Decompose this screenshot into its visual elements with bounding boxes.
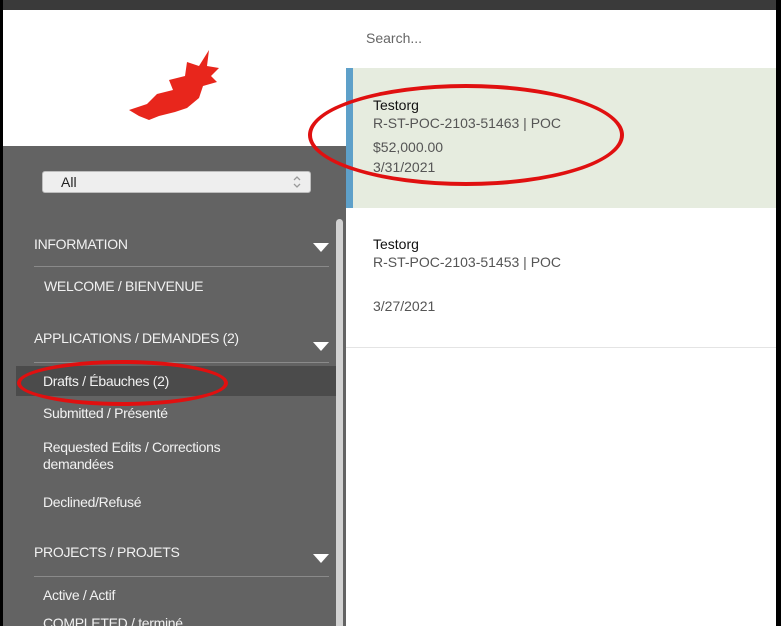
divider [34,362,329,363]
nav-item-submitted[interactable]: Submitted / Présenté [43,405,168,421]
section-label: APPLICATIONS / DEMANDES (2) [34,330,239,346]
record-date: 3/27/2021 [373,298,436,314]
nav-item-drafts[interactable]: Drafts / Ébauches (2) [43,373,169,389]
record-item-selected[interactable]: Testorg R-ST-POC-2103-51463 | POC $52,00… [346,68,776,208]
divider [34,576,329,577]
caret-down-icon [313,342,329,351]
nav-item-declined[interactable]: Declined/Refusé [43,494,142,510]
section-header-information[interactable]: INFORMATION [34,234,329,264]
search-bar [346,10,776,68]
nav-item-requested-edits-line2[interactable]: demandées [43,456,114,472]
nav-item-requested-edits[interactable]: Requested Edits / Corrections [43,439,221,455]
nav-item-completed[interactable]: COMPLETED / terminé [43,615,183,626]
select-updown-icon [293,176,301,188]
nav-item-active[interactable]: Active / Actif [43,587,115,603]
section-label: INFORMATION [34,236,128,252]
record-org: Testorg [373,97,419,113]
section-label: PROJECTS / PROJETS [34,544,180,560]
logo-area [3,10,346,146]
section-header-projects[interactable]: PROJECTS / PROJETS [34,542,329,572]
list-separator [346,347,776,348]
filter-select-value: All [61,174,77,190]
window-top-bar [0,0,781,10]
window-right-border [776,0,781,626]
caret-down-icon [313,243,329,252]
filter-select[interactable]: All [42,171,311,193]
bird-logo-icon[interactable] [129,50,221,124]
search-input[interactable] [366,24,746,52]
record-date: 3/31/2021 [373,159,436,175]
record-org: Testorg [373,236,419,252]
nav-item-welcome[interactable]: WELCOME / BIENVENUE [44,278,204,294]
record-amount: $52,000.00 [373,139,444,155]
record-reference: R-ST-POC-2103-51463 | POC [373,115,562,131]
selection-indicator [346,68,353,208]
record-reference: R-ST-POC-2103-51453 | POC [373,254,562,270]
caret-down-icon [313,554,329,563]
divider [34,266,329,267]
sidebar-scrollbar[interactable] [336,219,343,626]
section-header-applications[interactable]: APPLICATIONS / DEMANDES (2) [34,328,329,358]
record-item[interactable]: Testorg R-ST-POC-2103-51453 | POC 3/27/2… [346,209,776,347]
sidebar: All INFORMATION WELCOME / BIENVENUE APPL… [3,146,346,626]
